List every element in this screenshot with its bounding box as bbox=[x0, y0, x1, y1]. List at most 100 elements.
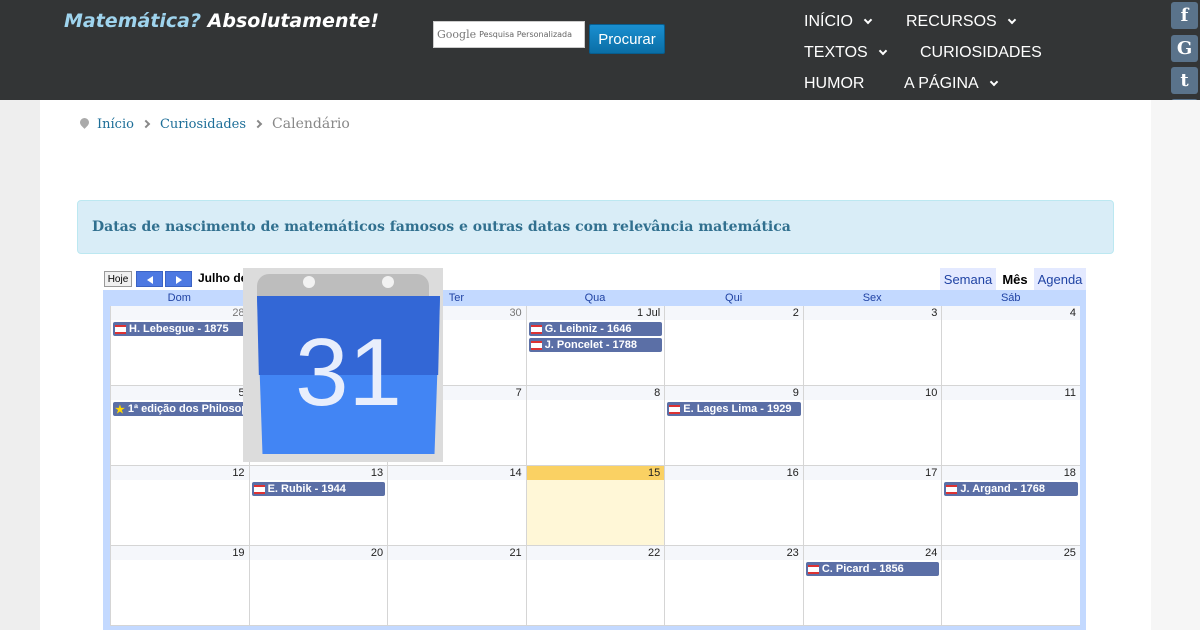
nav-inicio[interactable]: INÍCIO bbox=[804, 13, 873, 31]
calendar-day-cell[interactable]: 16 bbox=[664, 466, 803, 546]
day-number: 24 bbox=[925, 547, 938, 559]
birthday-cake-icon bbox=[115, 324, 126, 334]
calendar-day-cell[interactable]: 14 bbox=[387, 466, 526, 546]
site-title[interactable]: Matemática? Absolutamente! bbox=[64, 10, 379, 32]
day-number-bar bbox=[526, 386, 665, 400]
calendar-day-cell[interactable]: 20 bbox=[248, 546, 388, 626]
day-number-bar bbox=[111, 386, 249, 400]
right-margin bbox=[1151, 100, 1200, 630]
facebook-icon[interactable]: f bbox=[1171, 2, 1198, 29]
chevron-down-icon bbox=[878, 46, 887, 56]
calendar-day-cell[interactable]: 9 E. Lages Lima - 1929 bbox=[664, 386, 803, 466]
calendar-day-cell[interactable]: 5 ★ 1ª edição dos Philosop bbox=[110, 386, 249, 466]
twitter-icon[interactable]: t bbox=[1171, 67, 1198, 94]
chevron-down-icon bbox=[1007, 15, 1016, 25]
arrow-left-icon bbox=[147, 276, 153, 284]
calendar-day-cell[interactable]: 4 bbox=[941, 306, 1080, 386]
next-month-button[interactable] bbox=[165, 271, 192, 287]
day-number-bar bbox=[803, 306, 942, 320]
calendar-day-cell[interactable]: 18 J. Argand - 1768 bbox=[941, 466, 1080, 546]
calendar-ring bbox=[303, 276, 315, 288]
tab-agenda[interactable]: Agenda bbox=[1034, 268, 1086, 290]
tab-mes[interactable]: Mês bbox=[998, 268, 1032, 290]
tab-semana[interactable]: Semana bbox=[940, 268, 996, 290]
calendar-day-cell[interactable]: 15 bbox=[525, 466, 665, 546]
calendar-day-cell[interactable]: 21 bbox=[387, 546, 526, 626]
day-number: 25 bbox=[1063, 547, 1076, 559]
day-number: 21 bbox=[509, 547, 522, 559]
nav-a-pagina-label: A PÁGINA bbox=[904, 75, 979, 92]
day-number-bar bbox=[526, 546, 665, 560]
day-number: 18 bbox=[1063, 467, 1076, 479]
day-number-bar bbox=[665, 546, 803, 560]
calendar-day-cell[interactable]: 3 bbox=[802, 306, 942, 386]
calendar-event[interactable]: H. Lebesgue - 1875 bbox=[113, 322, 247, 336]
calendar-day-cell[interactable]: 2 bbox=[664, 306, 803, 386]
calendar-event[interactable]: J. Poncelet - 1788 bbox=[528, 338, 663, 352]
nav-textos[interactable]: TEXTOS bbox=[804, 44, 887, 62]
calendar-day-cell[interactable]: 1 Jul G. Leibniz - 1646 J. Poncelet - 1788 bbox=[525, 306, 665, 386]
day-number-bar bbox=[803, 466, 942, 480]
chevron-down-icon bbox=[863, 15, 873, 25]
calendar-day-cell[interactable]: 10 bbox=[802, 386, 942, 466]
chevron-right-icon bbox=[253, 119, 263, 129]
breadcrumb-section[interactable]: Curiosidades bbox=[160, 117, 246, 132]
calendar-day-cell[interactable]: 23 bbox=[664, 546, 803, 626]
nav-a-pagina[interactable]: A PÁGINA bbox=[904, 75, 998, 93]
calendar-day-cell[interactable]: 28 H. Lebesgue - 1875 bbox=[110, 306, 249, 386]
event-label: G. Leibniz - 1646 bbox=[544, 323, 632, 335]
calendar-day-cell[interactable]: 11 bbox=[941, 386, 1080, 466]
nav-humor-label: HUMOR bbox=[804, 75, 865, 92]
day-number-bar bbox=[249, 466, 388, 480]
day-number: 19 bbox=[232, 547, 245, 559]
day-number: 30 bbox=[509, 307, 522, 319]
nav-recursos[interactable]: RECURSOS bbox=[906, 13, 1016, 31]
calendar-event[interactable]: J. Argand - 1768 bbox=[944, 482, 1078, 496]
day-number: 23 bbox=[786, 547, 799, 559]
nav-curiosidades-label: CURIOSIDADES bbox=[920, 44, 1042, 61]
calendar-day-cell[interactable]: 24 C. Picard - 1856 bbox=[802, 546, 942, 626]
calendar-day-cell[interactable]: 19 bbox=[110, 546, 249, 626]
calendar-day-cell[interactable]: 12 bbox=[110, 466, 249, 546]
search-input[interactable]: Google Pesquisa Personalizada bbox=[433, 21, 585, 48]
calendar-day-cell[interactable]: 8 bbox=[525, 386, 665, 466]
calendar-event[interactable]: E. Lages Lima - 1929 bbox=[667, 402, 801, 416]
breadcrumb-home[interactable]: Início bbox=[97, 117, 134, 132]
day-number: 4 bbox=[1069, 307, 1076, 319]
day-number: 22 bbox=[648, 547, 661, 559]
arrow-right-icon bbox=[176, 276, 182, 284]
calendar-event[interactable]: C. Picard - 1856 bbox=[805, 562, 940, 576]
day-number: 8 bbox=[654, 387, 661, 399]
day-number-bar bbox=[665, 466, 803, 480]
day-number-bar bbox=[942, 466, 1080, 480]
calendar-day-cell[interactable]: 17 bbox=[802, 466, 942, 546]
chevron-down-icon bbox=[989, 77, 998, 87]
prev-month-button[interactable] bbox=[136, 271, 163, 287]
day-number-bar bbox=[526, 466, 665, 480]
day-number: 14 bbox=[509, 467, 522, 479]
calendar-week-row: 12 13 E. Rubik - 1944 14 15 16 17 18 J. Argand -… bbox=[110, 466, 1080, 546]
calendar-event[interactable]: E. Rubik - 1944 bbox=[251, 482, 386, 496]
nav-curiosidades[interactable]: CURIOSIDADES bbox=[920, 44, 1042, 62]
breadcrumb: Início Curiosidades Calendário bbox=[78, 113, 350, 135]
event-label: E. Rubik - 1944 bbox=[267, 483, 346, 495]
search-button[interactable]: Procurar bbox=[589, 24, 665, 54]
day-number-bar bbox=[111, 466, 249, 480]
day-number: 9 bbox=[792, 387, 799, 399]
calendar-event[interactable]: G. Leibniz - 1646 bbox=[528, 322, 663, 336]
calendar-day-cell[interactable]: 13 E. Rubik - 1944 bbox=[248, 466, 388, 546]
weekday-header: Sex bbox=[862, 292, 882, 304]
today-button[interactable]: Hoje bbox=[104, 271, 132, 287]
event-label: J. Poncelet - 1788 bbox=[544, 339, 638, 351]
google-plus-icon[interactable]: G bbox=[1171, 35, 1198, 62]
event-label: C. Picard - 1856 bbox=[821, 563, 904, 575]
weekday-header: Qui bbox=[725, 292, 743, 304]
calendar-day-cell[interactable]: 22 bbox=[525, 546, 665, 626]
day-number-bar bbox=[665, 386, 803, 400]
day-number-bar bbox=[388, 466, 526, 480]
day-number: 3 bbox=[931, 307, 938, 319]
day-number-bar bbox=[388, 546, 526, 560]
nav-humor[interactable]: HUMOR bbox=[804, 75, 864, 93]
calendar-event[interactable]: ★ 1ª edição dos Philosop bbox=[113, 402, 247, 416]
calendar-day-cell[interactable]: 25 bbox=[941, 546, 1080, 626]
